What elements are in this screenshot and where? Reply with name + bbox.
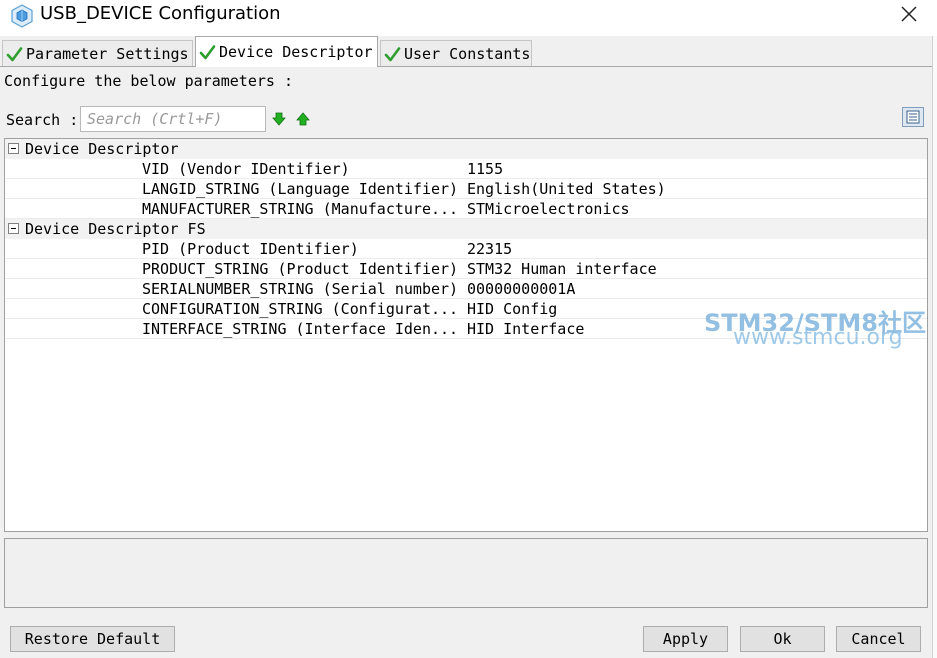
configure-label: Configure the below parameters : bbox=[4, 72, 293, 90]
param-value[interactable]: STMicroelectronics bbox=[467, 199, 630, 219]
cancel-button[interactable]: Cancel bbox=[836, 626, 921, 652]
param-value[interactable]: English(United States) bbox=[467, 179, 666, 199]
title-bar: USB_DEVICE Configuration bbox=[0, 0, 937, 36]
list-view-button[interactable] bbox=[902, 107, 924, 127]
tree-group-device-descriptor-fs[interactable]: Device Descriptor FS bbox=[5, 219, 927, 239]
param-value[interactable]: 22315 bbox=[467, 239, 512, 259]
check-icon bbox=[199, 44, 216, 59]
cube-icon bbox=[11, 4, 33, 28]
main-panel: Configure the below parameters : Search … bbox=[0, 67, 932, 658]
param-name: PRODUCT_STRING (Product Identifier) bbox=[142, 260, 459, 278]
tab-bar: Parameter Settings Device Descriptor Use… bbox=[0, 36, 937, 67]
table-row[interactable]: MANUFACTURER_STRING (Manufacture... STMi… bbox=[5, 199, 927, 219]
tab-parameter-settings[interactable]: Parameter Settings bbox=[2, 40, 193, 67]
collapse-icon[interactable] bbox=[8, 223, 19, 234]
table-row[interactable]: VID (Vendor IDentifier) 1155 bbox=[5, 159, 927, 179]
tab-label: Parameter Settings bbox=[26, 45, 189, 63]
check-icon bbox=[384, 46, 401, 61]
param-value[interactable]: 00000000001A bbox=[467, 279, 575, 299]
table-row[interactable]: LANGID_STRING (Language Identifier) Engl… bbox=[5, 179, 927, 199]
param-name: LANGID_STRING (Language Identifier) bbox=[142, 180, 459, 198]
search-input[interactable] bbox=[80, 106, 266, 132]
apply-button[interactable]: Apply bbox=[643, 626, 728, 652]
tab-user-constants[interactable]: User Constants bbox=[380, 40, 532, 67]
close-icon[interactable] bbox=[894, 0, 924, 30]
collapse-icon[interactable] bbox=[8, 143, 19, 154]
restore-default-button[interactable]: Restore Default bbox=[10, 626, 175, 652]
window-edge bbox=[932, 36, 937, 658]
group-label: Device Descriptor FS bbox=[25, 220, 206, 238]
table-row[interactable]: SERIALNUMBER_STRING (Serial number) 0000… bbox=[5, 279, 927, 299]
param-value[interactable]: 1155 bbox=[467, 159, 503, 179]
search-label: Search : bbox=[6, 111, 79, 129]
list-view-icon bbox=[906, 110, 920, 124]
table-row[interactable]: PRODUCT_STRING (Product Identifier) STM3… bbox=[5, 259, 927, 279]
arrow-down-icon[interactable] bbox=[272, 112, 286, 126]
check-icon bbox=[6, 46, 23, 61]
param-name: INTERFACE_STRING (Interface Iden... bbox=[142, 320, 459, 338]
tree-group-device-descriptor[interactable]: Device Descriptor bbox=[5, 139, 927, 159]
group-label: Device Descriptor bbox=[25, 140, 179, 158]
param-name: VID (Vendor IDentifier) bbox=[142, 160, 350, 178]
table-row[interactable]: PID (Product IDentifier) 22315 bbox=[5, 239, 927, 259]
ok-button[interactable]: Ok bbox=[740, 626, 825, 652]
param-name: CONFIGURATION_STRING (Configurat... bbox=[142, 300, 459, 318]
param-value[interactable]: STM32 Human interface bbox=[467, 259, 657, 279]
tab-device-descriptor[interactable]: Device Descriptor bbox=[195, 36, 378, 67]
param-name: PID (Product IDentifier) bbox=[142, 240, 359, 258]
param-value[interactable]: HID Config bbox=[467, 299, 557, 319]
tab-label: User Constants bbox=[404, 45, 531, 63]
window-title: USB_DEVICE Configuration bbox=[40, 3, 281, 24]
arrow-up-icon[interactable] bbox=[296, 112, 310, 126]
param-name: MANUFACTURER_STRING (Manufacture... bbox=[142, 200, 459, 218]
param-name: SERIALNUMBER_STRING (Serial number) bbox=[142, 280, 459, 298]
watermark-url: www.stmcu.org bbox=[733, 325, 903, 350]
tab-label: Device Descriptor bbox=[219, 43, 373, 61]
description-panel bbox=[4, 538, 928, 608]
param-value[interactable]: HID Interface bbox=[467, 319, 584, 339]
